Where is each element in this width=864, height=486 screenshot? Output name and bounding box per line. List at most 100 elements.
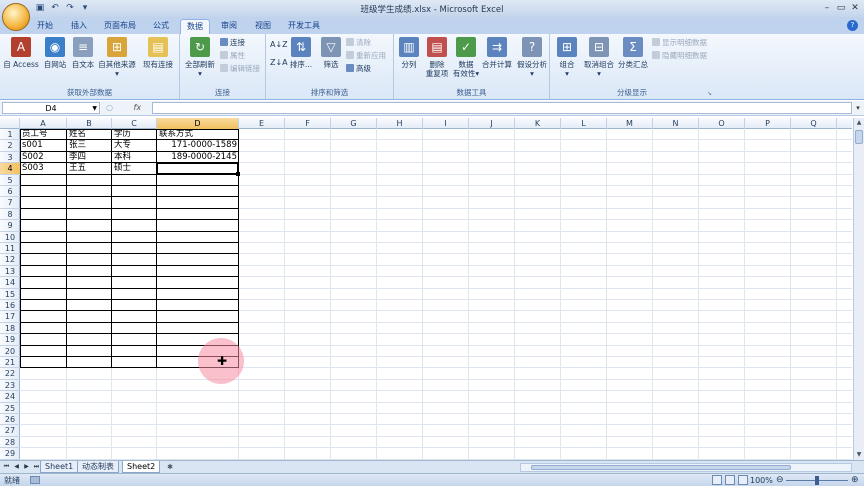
cell-a1[interactable]: 员工号 <box>20 129 67 140</box>
column-header-h[interactable]: H <box>377 118 423 129</box>
row-header-28[interactable]: 28 <box>0 437 20 449</box>
sheet-tab-dynamic[interactable]: 动态制表 <box>77 461 119 473</box>
row-header-15[interactable]: 15 <box>0 289 20 300</box>
row-header-19[interactable]: 19 <box>0 334 20 346</box>
subtotal-button[interactable]: Σ 分类汇总 <box>616 37 650 69</box>
column-header-f[interactable]: F <box>285 118 331 129</box>
row-header-29[interactable]: 29 <box>0 448 20 460</box>
cell-a3[interactable]: S002 <box>20 152 67 163</box>
column-header-c[interactable]: C <box>112 118 157 129</box>
column-header-k[interactable]: K <box>515 118 561 129</box>
row-header-6[interactable]: 6 <box>0 186 20 198</box>
cell-c2[interactable]: 大专 <box>112 140 157 151</box>
scroll-thumb[interactable] <box>531 465 791 470</box>
scroll-down-icon[interactable]: ▼ <box>854 450 864 460</box>
help-icon[interactable]: ? <box>847 20 858 31</box>
minimize-icon[interactable]: – <box>820 1 834 15</box>
zoom-slider-knob[interactable] <box>815 476 819 485</box>
row-header-18[interactable]: 18 <box>0 323 20 335</box>
next-sheet-icon[interactable]: ▶ <box>22 462 31 472</box>
row-header-4[interactable]: 4 <box>0 163 20 175</box>
cell-d2[interactable]: 171-0000-1589 <box>157 140 239 151</box>
insert-sheet-icon[interactable]: ✱ <box>163 462 177 472</box>
refresh-all-button[interactable]: ↻ 全部刷新 ▾ <box>182 37 218 78</box>
scroll-thumb[interactable] <box>855 130 863 144</box>
row-header-5[interactable]: 5 <box>0 175 20 186</box>
column-header-n[interactable]: N <box>653 118 699 129</box>
column-header-b[interactable]: B <box>67 118 112 129</box>
row-header-22[interactable]: 22 <box>0 368 20 380</box>
tab-page-layout[interactable]: 页面布局 <box>98 19 142 34</box>
formula-input[interactable] <box>152 102 852 114</box>
tab-data[interactable]: 数据 <box>180 19 210 34</box>
dialog-launcher-icon[interactable]: ↘ <box>707 90 712 97</box>
normal-view-icon[interactable] <box>712 475 722 485</box>
column-header-i[interactable]: I <box>423 118 469 129</box>
row-header-16[interactable]: 16 <box>0 300 20 312</box>
properties-button[interactable]: 属性 <box>220 51 245 61</box>
tab-insert[interactable]: 插入 <box>64 19 94 34</box>
cell-c1[interactable]: 学历 <box>112 129 157 140</box>
close-icon[interactable]: ✕ <box>848 1 862 15</box>
page-break-view-icon[interactable] <box>738 475 748 485</box>
row-header-24[interactable]: 24 <box>0 391 20 403</box>
tab-home[interactable]: 开始 <box>30 19 60 34</box>
row-header-27[interactable]: 27 <box>0 425 20 437</box>
row-header-14[interactable]: 14 <box>0 277 20 289</box>
insert-function-icon[interactable]: fx <box>134 103 142 112</box>
fill-handle[interactable] <box>236 171 240 176</box>
group-button[interactable]: ⊞ 组合 ▾ <box>552 37 582 78</box>
tab-review[interactable]: 审阅 <box>214 19 244 34</box>
column-header-q[interactable]: Q <box>791 118 837 129</box>
horizontal-scrollbar[interactable] <box>520 463 852 472</box>
zoom-out-icon[interactable]: ⊖ <box>776 475 784 486</box>
what-if-analysis-button[interactable]: ? 假设分析 ▾ <box>514 37 550 78</box>
column-header-d[interactable]: D <box>157 118 239 129</box>
cell-a2[interactable]: s001 <box>20 140 67 151</box>
cell-b4[interactable]: 王五 <box>67 163 112 174</box>
sort-button[interactable]: ⇅ 排序... <box>286 37 316 69</box>
tab-developer[interactable]: 开发工具 <box>282 19 326 34</box>
prev-sheet-icon[interactable]: ◀ <box>12 462 21 472</box>
row-header-25[interactable]: 25 <box>0 403 20 414</box>
column-header-o[interactable]: O <box>699 118 745 129</box>
sort-descending-button[interactable]: Z↓A <box>270 58 288 68</box>
row-header-3[interactable]: 3 <box>0 152 20 164</box>
sheet-tab-sheet2[interactable]: Sheet2 <box>122 461 161 473</box>
row-header-7[interactable]: 7 <box>0 197 20 209</box>
name-box[interactable]: D4 ▼ <box>2 102 100 114</box>
cell-b3[interactable]: 李四 <box>67 152 112 163</box>
active-cell[interactable] <box>156 162 239 175</box>
advanced-filter-button[interactable]: 高级 <box>346 64 371 74</box>
expand-formula-icon[interactable]: ▾ <box>853 102 863 114</box>
cell-b2[interactable]: 张三 <box>67 140 112 151</box>
zoom-in-icon[interactable]: ⊕ <box>851 475 859 486</box>
cancel-icon[interactable]: ○ <box>106 103 113 112</box>
from-text-button[interactable]: ≡ 自文本 <box>70 37 96 69</box>
select-all-corner[interactable] <box>0 118 20 129</box>
remove-duplicates-button[interactable]: ▤ 删除 重复项 <box>422 37 452 78</box>
sort-ascending-button[interactable]: A↓Z <box>270 40 288 50</box>
sheet-tab-sheet1[interactable]: Sheet1 <box>40 461 79 473</box>
row-header-23[interactable]: 23 <box>0 380 20 392</box>
column-header-p[interactable]: P <box>745 118 791 129</box>
cell-d1[interactable]: 联系方式 <box>157 129 239 140</box>
column-header-e[interactable]: E <box>239 118 285 129</box>
row-header-2[interactable]: 2 <box>0 140 20 152</box>
filter-button[interactable]: ▽ 筛选 <box>318 37 344 69</box>
dropdown-arrow-icon[interactable]: ▼ <box>92 103 97 114</box>
scroll-up-icon[interactable]: ▲ <box>854 118 864 128</box>
maximize-icon[interactable]: ▭ <box>834 1 848 15</box>
column-header-l[interactable]: L <box>561 118 607 129</box>
row-header-11[interactable]: 11 <box>0 243 20 255</box>
consolidate-button[interactable]: ⇉ 合并计算 <box>480 37 514 69</box>
row-header-8[interactable]: 8 <box>0 209 20 221</box>
column-header-m[interactable]: M <box>607 118 653 129</box>
clear-filter-button[interactable]: 清除 <box>346 38 371 48</box>
row-header-20[interactable]: 20 <box>0 346 20 357</box>
column-header-g[interactable]: G <box>331 118 377 129</box>
vertical-scrollbar[interactable]: ▲ ▼ <box>853 118 864 460</box>
column-header-j[interactable]: J <box>469 118 515 129</box>
row-header-21[interactable]: 21 <box>0 357 20 369</box>
row-header-1[interactable]: 1 <box>0 129 20 141</box>
